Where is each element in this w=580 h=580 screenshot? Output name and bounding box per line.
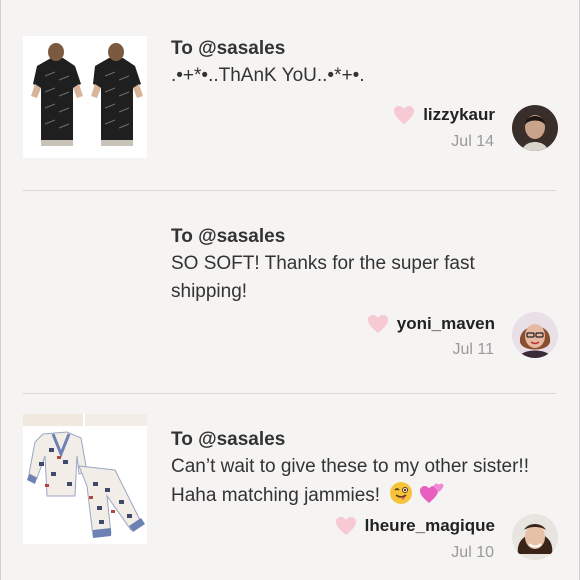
avatar[interactable] (512, 514, 558, 560)
author-username[interactable]: lheure_magique (365, 516, 495, 536)
winking-face-tongue-icon (390, 482, 413, 504)
item-thumbnail-printed-pajamas[interactable] (23, 426, 147, 544)
author-username[interactable]: lizzykaur (423, 105, 495, 125)
note-message: SO SOFT! Thanks for the super fast shipp… (171, 253, 475, 302)
note-recipient[interactable]: To @sasales (171, 226, 285, 248)
note-date: Jul 11 (452, 341, 494, 358)
note-recipient[interactable]: To @sasales (171, 38, 285, 60)
note-author[interactable]: yoni_maven (367, 314, 495, 334)
note-message-text: Can’t wait to give these to my other sis… (171, 456, 529, 506)
love-note-1: To @sasales .•+*•..ThAnK YoU..•*+•. lizz… (0, 0, 580, 190)
avatar[interactable] (512, 312, 558, 358)
note-date: Jul 10 (451, 544, 494, 561)
note-author[interactable]: lizzykaur (393, 105, 495, 125)
love-note-3: To @sasales Can’t wait to give these to … (0, 394, 580, 580)
note-date: Jul 14 (451, 133, 494, 150)
item-thumbnail-black-tshirt[interactable] (23, 36, 147, 158)
note-message: .•+*•..ThAnK YoU..•*+•. (171, 65, 365, 86)
avatar[interactable] (512, 105, 558, 151)
heart-icon (394, 105, 415, 125)
heart-icon (335, 516, 356, 536)
author-username[interactable]: yoni_maven (397, 314, 495, 334)
note-author[interactable]: lheure_magique (335, 516, 495, 536)
note-message: Can’t wait to give these to my other sis… (171, 453, 541, 510)
heart-icon (367, 314, 388, 334)
love-note-2: To @sasales SO SOFT! Thanks for the supe… (0, 191, 580, 536)
two-hearts-icon (419, 483, 444, 503)
note-recipient[interactable]: To @sasales (171, 429, 285, 451)
